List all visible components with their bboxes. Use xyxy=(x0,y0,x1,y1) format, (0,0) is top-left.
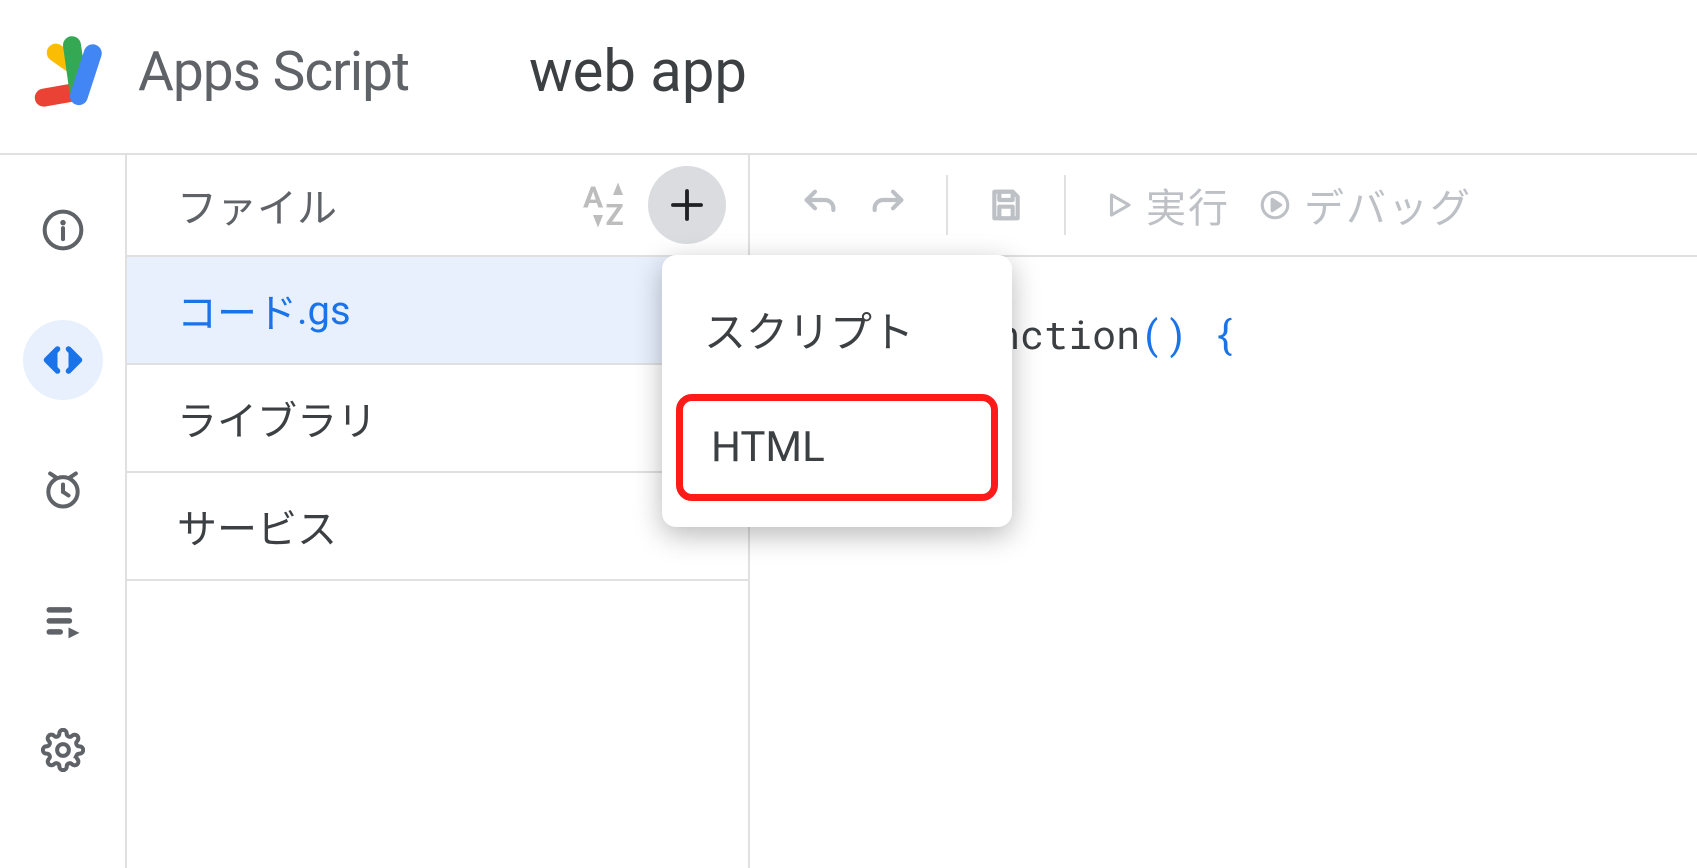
toolbar-divider xyxy=(1064,175,1066,235)
app-title: Apps Script xyxy=(138,40,409,104)
files-header: ファイル A Z xyxy=(127,155,748,257)
run-label: 実行 xyxy=(1146,176,1230,234)
files-panel: ファイル A Z コード.gs ライブラリ サ xyxy=(125,155,750,868)
editor-toolbar: 実行 デバッグ xyxy=(750,155,1697,257)
menu-item-script[interactable]: スクリプト xyxy=(662,273,1012,386)
add-file-menu: スクリプト HTML xyxy=(662,255,1012,527)
menu-item-html[interactable]: HTML xyxy=(676,394,998,501)
files-header-title: ファイル xyxy=(177,176,578,234)
nav-rail xyxy=(0,155,125,868)
toolbar-divider xyxy=(946,175,948,235)
section-label: サービス xyxy=(177,497,337,555)
file-ext: .gs xyxy=(297,287,351,334)
sort-az-icon[interactable]: A Z xyxy=(578,175,638,235)
nav-triggers[interactable] xyxy=(23,450,103,530)
apps-script-logo-icon xyxy=(30,27,120,117)
svg-text:Z: Z xyxy=(606,198,624,233)
file-name: コード xyxy=(177,281,297,339)
svg-text:A: A xyxy=(583,181,604,216)
file-item[interactable]: コード.gs xyxy=(127,257,748,365)
code-token-parens: () xyxy=(1140,307,1188,360)
undo-icon[interactable] xyxy=(800,185,840,225)
section-services[interactable]: サービス xyxy=(127,473,748,581)
section-label: ライブラリ xyxy=(177,389,377,447)
run-button[interactable]: 実行 xyxy=(1104,176,1230,234)
section-libraries[interactable]: ライブラリ xyxy=(127,365,748,473)
nav-overview[interactable] xyxy=(23,190,103,270)
redo-icon[interactable] xyxy=(868,185,908,225)
debug-button[interactable]: デバッグ xyxy=(1258,176,1472,234)
nav-editor[interactable] xyxy=(23,320,103,400)
nav-executions[interactable] xyxy=(23,580,103,660)
app-header: Apps Script web app xyxy=(0,0,1697,155)
code-token-brace: { xyxy=(1212,307,1236,360)
add-file-button[interactable] xyxy=(648,166,726,244)
nav-settings[interactable] xyxy=(23,710,103,790)
debug-label: デバッグ xyxy=(1304,176,1472,234)
project-title[interactable]: web app xyxy=(529,38,747,106)
save-icon[interactable] xyxy=(986,185,1026,225)
